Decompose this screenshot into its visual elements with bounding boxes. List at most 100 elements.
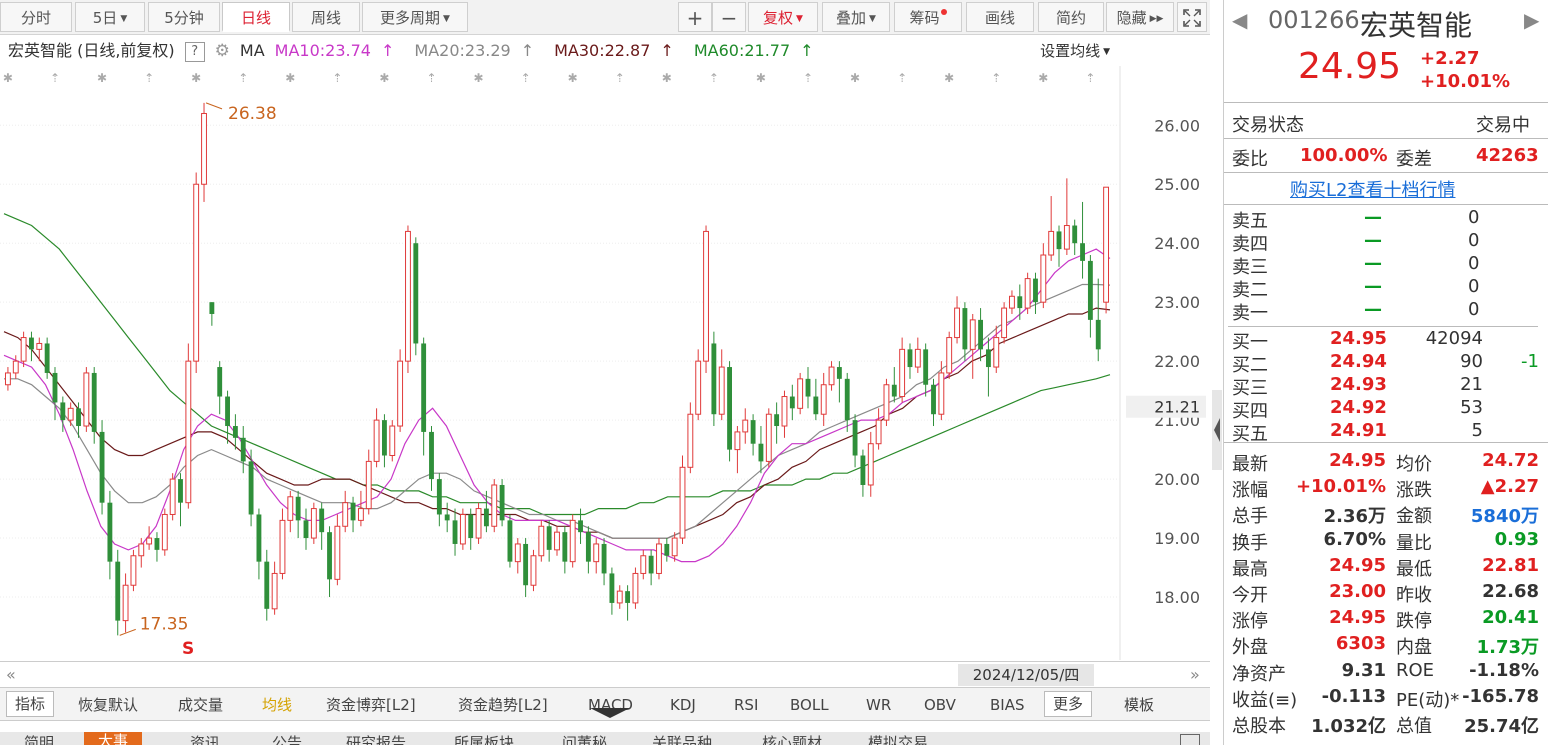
fullscreen-button[interactable] — [1177, 2, 1207, 32]
simple-button[interactable]: 简约 — [1038, 2, 1104, 32]
double-chevron-right-icon: ▶▶ — [1149, 14, 1164, 24]
tab-weekly[interactable]: 周线 — [292, 2, 360, 32]
overlay-button[interactable]: 叠加 ▼ — [822, 2, 890, 32]
candle-body — [122, 584, 129, 622]
caret-down-icon: ▼ — [443, 14, 450, 24]
candle-body — [201, 112, 207, 185]
tab-label: 日线 — [240, 9, 271, 27]
prev-stock-icon[interactable]: ◀ — [1232, 8, 1247, 32]
event-star-icon: ✱ — [756, 71, 766, 85]
tab-fund-game[interactable]: 资金博弈[L2] — [326, 693, 416, 717]
candle-body — [271, 572, 278, 610]
candle-body — [828, 366, 835, 386]
tab-indicator[interactable]: 指标 — [6, 691, 55, 717]
chips-button[interactable]: 筹码 — [894, 2, 962, 32]
candle-body — [334, 525, 341, 580]
candle-body — [914, 348, 921, 368]
help-icon[interactable]: ? — [184, 42, 205, 62]
candle-body — [993, 337, 1000, 368]
candle-body — [357, 508, 364, 521]
tab-sectors[interactable]: 所属板块 — [454, 734, 514, 745]
event-star-icon: ⇡ — [144, 71, 154, 85]
event-star-icon: ✱ — [850, 71, 860, 85]
tab-volume[interactable]: 成交量 — [178, 693, 223, 717]
set-ma-button[interactable]: 设置均线 ▼ — [1040, 38, 1110, 65]
draw-line-button[interactable]: 画线 — [966, 2, 1034, 32]
y-tick-label: 24.00 — [1154, 234, 1200, 253]
scroll-right-icon[interactable]: » — [1190, 665, 1200, 684]
tab-5min[interactable]: 5分钟 — [148, 2, 220, 32]
settings-gear-icon[interactable]: ⚙ — [215, 41, 230, 61]
stat-value: 22.68 — [1482, 581, 1539, 602]
collapse-handle-icon[interactable] — [590, 708, 630, 720]
tab-kdj[interactable]: KDJ — [670, 693, 696, 717]
tab-more-periods[interactable]: 更多周期 ▼ — [362, 2, 468, 32]
tab-announcements[interactable]: 公告 — [272, 734, 302, 745]
panel-collapse-handle[interactable] — [1212, 390, 1222, 470]
candle-body — [718, 366, 725, 415]
candle-body — [350, 502, 356, 521]
tab-summary[interactable]: 简明 — [24, 734, 54, 745]
adjust-button[interactable]: 复权 ▼ — [748, 2, 818, 32]
tab-intraday[interactable]: 分时 — [0, 2, 72, 32]
tab-related[interactable]: 关联品种 — [652, 734, 712, 745]
quote-panel: ◀ 001266 宏英智能 ▶ 24.95 +2.27 +10.01% 交易状态… — [1223, 0, 1548, 745]
ma-label: MA — [239, 41, 265, 60]
tab-more[interactable]: 更多 — [1044, 691, 1093, 717]
candle-body — [52, 372, 58, 403]
tab-research[interactable]: 研究报告 — [346, 734, 406, 745]
candle-body — [130, 555, 137, 586]
hide-button[interactable]: 隐藏 ▶▶ — [1106, 2, 1174, 32]
candle-body — [734, 431, 741, 451]
stat-value: 24.95 — [1329, 554, 1386, 576]
stat-label: 涨跌 — [1396, 480, 1432, 502]
bid-volume: 21 — [1460, 374, 1483, 395]
divider — [1228, 326, 1538, 327]
tab-5day[interactable]: 5日 ▼ — [75, 2, 145, 32]
zoom-in-button[interactable]: + — [678, 2, 712, 32]
event-star-icon: ✱ — [944, 71, 954, 85]
stat-label: 均价 — [1396, 454, 1432, 475]
tab-sim-trade[interactable]: 模拟交易 — [868, 734, 928, 745]
indicator-tabs: 指标 恢复默认 成交量 均线 资金博弈[L2] 资金趋势[L2] MACD KD… — [0, 688, 1210, 721]
tab-daily[interactable]: 日线 — [222, 2, 290, 32]
tab-template[interactable]: 模板 — [1124, 693, 1154, 717]
stat-value: +10.01% — [1295, 476, 1386, 498]
tab-ask-secretary[interactable]: 问董秘 — [562, 734, 607, 745]
bid-volume: 5 — [1471, 420, 1483, 441]
tab-events[interactable]: 大事 — [84, 732, 143, 745]
maximize-icon[interactable] — [1180, 734, 1200, 745]
candle-body — [491, 484, 498, 527]
candle-body — [931, 384, 936, 415]
stat-label: 涨停 — [1232, 611, 1268, 633]
tab-bias[interactable]: BIAS — [990, 693, 1025, 717]
kline-chart[interactable]: ✱ ⇡ ✱ ⇡ ✱ ⇡ ✱ ⇡ ✱ ⇡ ✱ ⇡ ✱ ⇡ ✱ ⇡ ✱ ⇡ ✱ ⇡ ✱ ⇡ ✱ ⇡ 26.00 25.00 24.00… — [0, 66, 1210, 660]
tab-restore-default[interactable]: 恢复默认 — [78, 693, 138, 717]
stat-value: 1.73万 — [1476, 637, 1539, 659]
ma10-text: MA10:23.74 — [274, 41, 371, 60]
tab-core-themes[interactable]: 核心题材 — [762, 734, 822, 745]
next-stock-icon[interactable]: ▶ — [1524, 8, 1539, 32]
tab-wr[interactable]: WR — [866, 693, 891, 717]
zoom-out-button[interactable]: − — [712, 2, 746, 32]
stat-label: 量比 — [1396, 532, 1432, 554]
tab-fund-trend[interactable]: 资金趋势[L2] — [458, 693, 548, 717]
event-markers: ✱ ⇡ ✱ ⇡ ✱ ⇡ ✱ ⇡ ✱ ⇡ ✱ ⇡ ✱ ⇡ ✱ ⇡ ✱ ⇡ ✱ ⇡ ✱ ⇡ ✱ ⇡ — [3, 71, 1096, 85]
candle-body — [138, 543, 145, 557]
stat-label: PE(动)* — [1396, 689, 1460, 711]
tab-ma[interactable]: 均线 — [262, 693, 292, 717]
candle-body — [797, 378, 804, 409]
candle-body — [569, 519, 576, 563]
tab-obv[interactable]: OBV — [924, 693, 956, 717]
tab-news[interactable]: 资讯 — [190, 734, 220, 745]
candle-body — [20, 337, 27, 362]
tab-boll[interactable]: BOLL — [790, 693, 829, 717]
candle-body — [711, 343, 717, 415]
tab-rsi[interactable]: RSI — [734, 693, 758, 717]
event-star-icon: ⇡ — [521, 71, 531, 85]
buy-l2-link[interactable]: 购买L2查看十档行情 — [1290, 176, 1455, 202]
scroll-left-icon[interactable]: « — [6, 665, 16, 684]
candle-body — [459, 513, 466, 545]
candle-body — [978, 319, 984, 350]
event-star-icon: ✱ — [379, 71, 389, 85]
